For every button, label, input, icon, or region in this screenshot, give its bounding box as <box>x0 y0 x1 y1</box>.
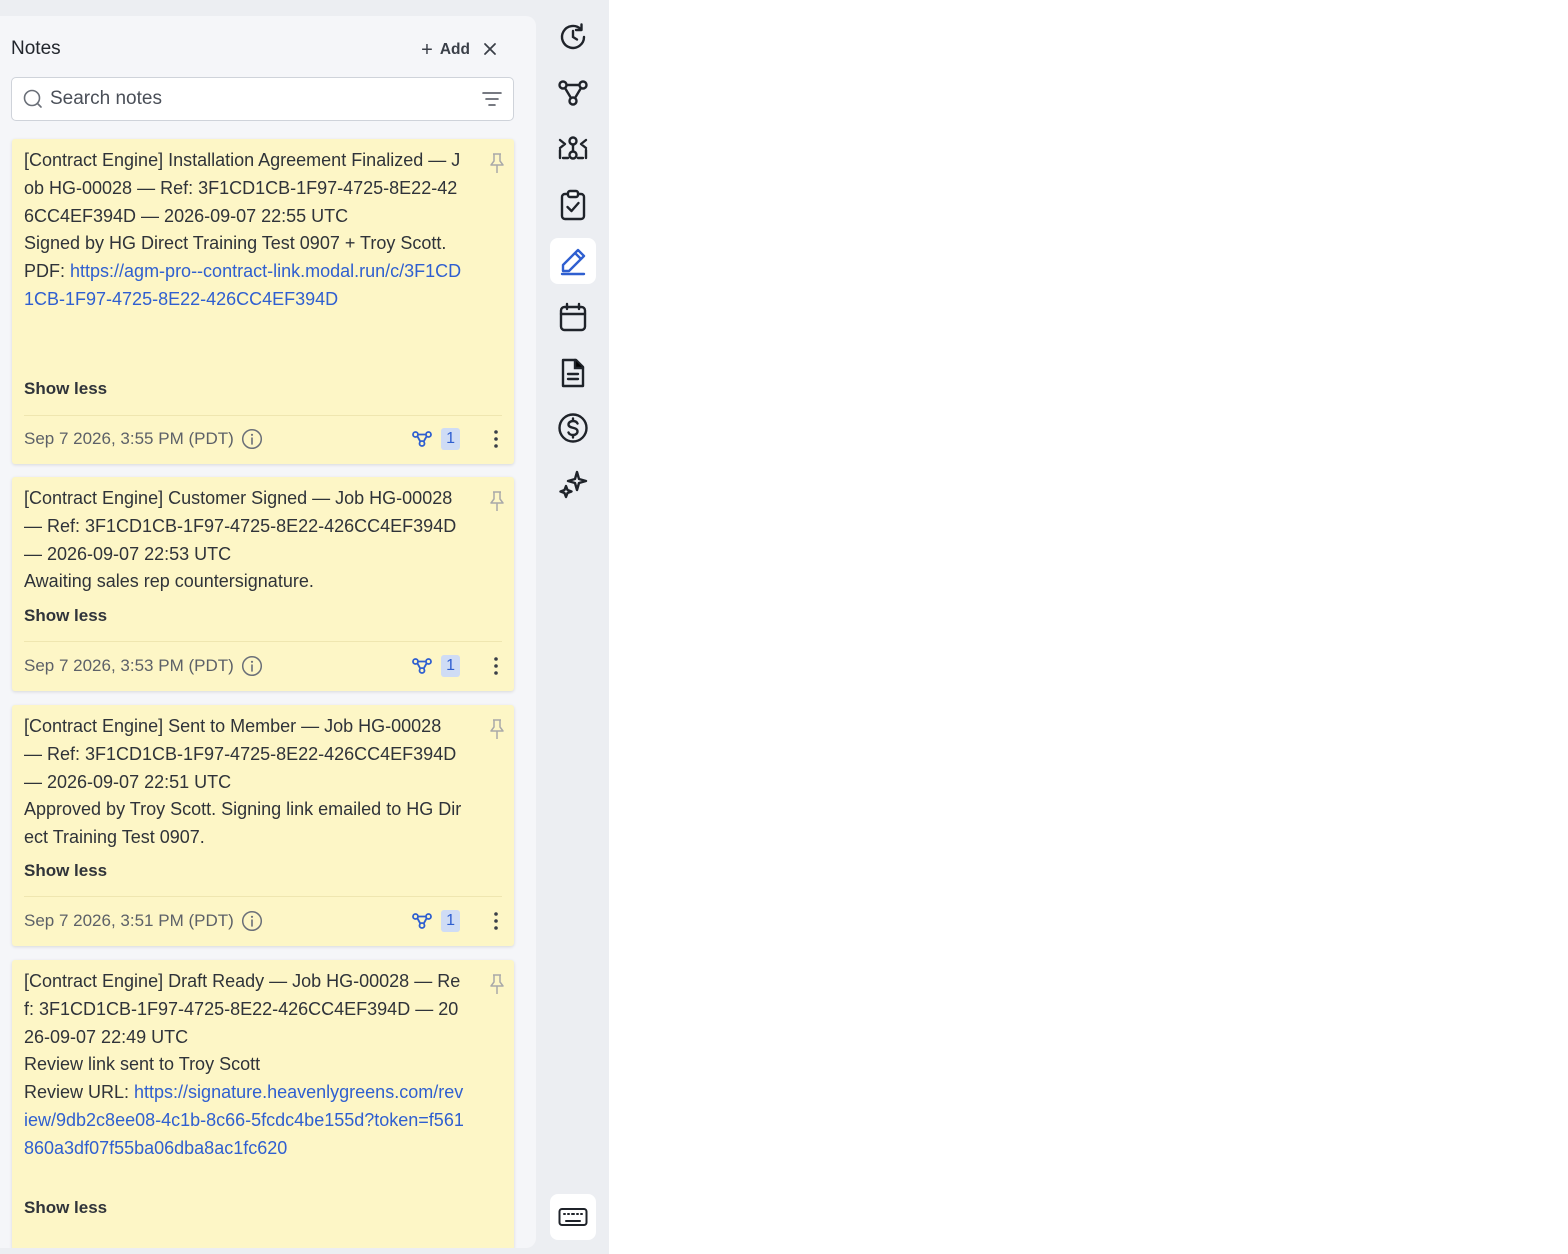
note-card: [Contract Engine] Installation Agreement… <box>12 139 514 464</box>
workflow-button[interactable] <box>550 70 596 116</box>
workflow-icon <box>412 431 432 447</box>
close-icon <box>484 43 496 55</box>
payments-button[interactable] <box>550 405 596 451</box>
network-button[interactable] <box>550 126 596 172</box>
plus-icon: + <box>421 39 433 61</box>
close-button[interactable] <box>478 37 502 61</box>
show-less-button[interactable]: Show less <box>24 861 107 881</box>
notes-header: Notes + Add <box>11 36 514 64</box>
history-button[interactable] <box>550 14 596 60</box>
add-note-label: Add <box>439 41 470 58</box>
pin-icon[interactable] <box>489 490 505 512</box>
search-input[interactable] <box>50 86 470 112</box>
search-box <box>11 77 514 121</box>
more-options-icon[interactable] <box>490 910 502 932</box>
tasks-button[interactable] <box>550 182 596 228</box>
more-options-icon[interactable] <box>490 655 502 677</box>
dollar-icon <box>558 413 588 443</box>
keyboard-icon <box>558 1208 588 1226</box>
note-body: [Contract Engine] Customer Signed — Job … <box>24 485 464 596</box>
related-records[interactable]: 1 <box>412 910 460 932</box>
note-meta: Sep 7 2026, 3:53 PM (PDT) <box>24 655 263 677</box>
pin-icon[interactable] <box>489 152 505 174</box>
note-divider <box>24 641 502 642</box>
more-options-icon[interactable] <box>490 428 502 450</box>
related-count-badge: 1 <box>441 910 460 932</box>
history-icon <box>560 23 586 50</box>
panel-title: Notes <box>11 38 61 59</box>
notes-panel: Notes + Add [Contract Engine] Installati… <box>0 16 536 1248</box>
note-text: [Contract Engine] Sent to Member — Job H… <box>24 716 462 848</box>
show-less-button[interactable]: Show less <box>24 1198 107 1218</box>
note-timestamp: Sep 7 2026, 3:51 PM (PDT) <box>24 911 234 930</box>
network-icon <box>558 136 588 160</box>
info-icon[interactable] <box>241 910 263 932</box>
workflow-icon <box>412 913 432 929</box>
note-card: [Contract Engine] Draft Ready — Job HG-0… <box>12 960 514 1248</box>
document-icon <box>561 358 585 388</box>
filter-icon[interactable] <box>482 89 502 109</box>
note-divider <box>24 896 502 897</box>
note-card: [Contract Engine] Sent to Member — Job H… <box>12 705 514 946</box>
notes-button[interactable] <box>550 238 596 284</box>
search-icon <box>23 89 42 108</box>
pin-icon[interactable] <box>489 718 505 740</box>
calendar-button[interactable] <box>550 294 596 340</box>
icon-rail <box>548 0 598 1254</box>
sparkles-icon <box>559 470 588 499</box>
note-meta: Sep 7 2026, 3:55 PM (PDT) <box>24 428 263 450</box>
note-body: [Contract Engine] Installation Agreement… <box>24 147 464 314</box>
documents-button[interactable] <box>550 350 596 396</box>
workflow-icon <box>412 658 432 674</box>
clipboard-check-icon <box>560 189 586 221</box>
info-icon[interactable] <box>241 428 263 450</box>
show-less-button[interactable]: Show less <box>24 606 107 626</box>
show-less-button[interactable]: Show less <box>24 379 107 399</box>
note-meta: Sep 7 2026, 3:51 PM (PDT) <box>24 910 263 932</box>
info-icon[interactable] <box>241 655 263 677</box>
note-divider <box>24 415 502 416</box>
note-timestamp: Sep 7 2026, 3:53 PM (PDT) <box>24 656 234 675</box>
calendar-icon <box>559 302 587 332</box>
related-count-badge: 1 <box>441 655 460 677</box>
workflow-icon <box>558 80 588 106</box>
pin-icon[interactable] <box>489 973 505 995</box>
add-note-button[interactable]: + Add <box>421 38 470 62</box>
note-timestamp: Sep 7 2026, 3:55 PM (PDT) <box>24 429 234 448</box>
note-link[interactable]: https://agm-pro--contract-link.modal.run… <box>24 261 461 309</box>
note-body: [Contract Engine] Draft Ready — Job HG-0… <box>24 968 464 1163</box>
related-count-badge: 1 <box>441 428 460 450</box>
related-records[interactable]: 1 <box>412 428 460 450</box>
ai-assistant-button[interactable] <box>550 461 596 507</box>
note-card: [Contract Engine] Customer Signed — Job … <box>12 477 514 691</box>
keyboard-shortcuts-button[interactable] <box>550 1194 596 1240</box>
note-text: [Contract Engine] Customer Signed — Job … <box>24 488 457 592</box>
related-records[interactable]: 1 <box>412 655 460 677</box>
pen-icon <box>560 248 586 276</box>
note-body: [Contract Engine] Sent to Member — Job H… <box>24 713 464 852</box>
